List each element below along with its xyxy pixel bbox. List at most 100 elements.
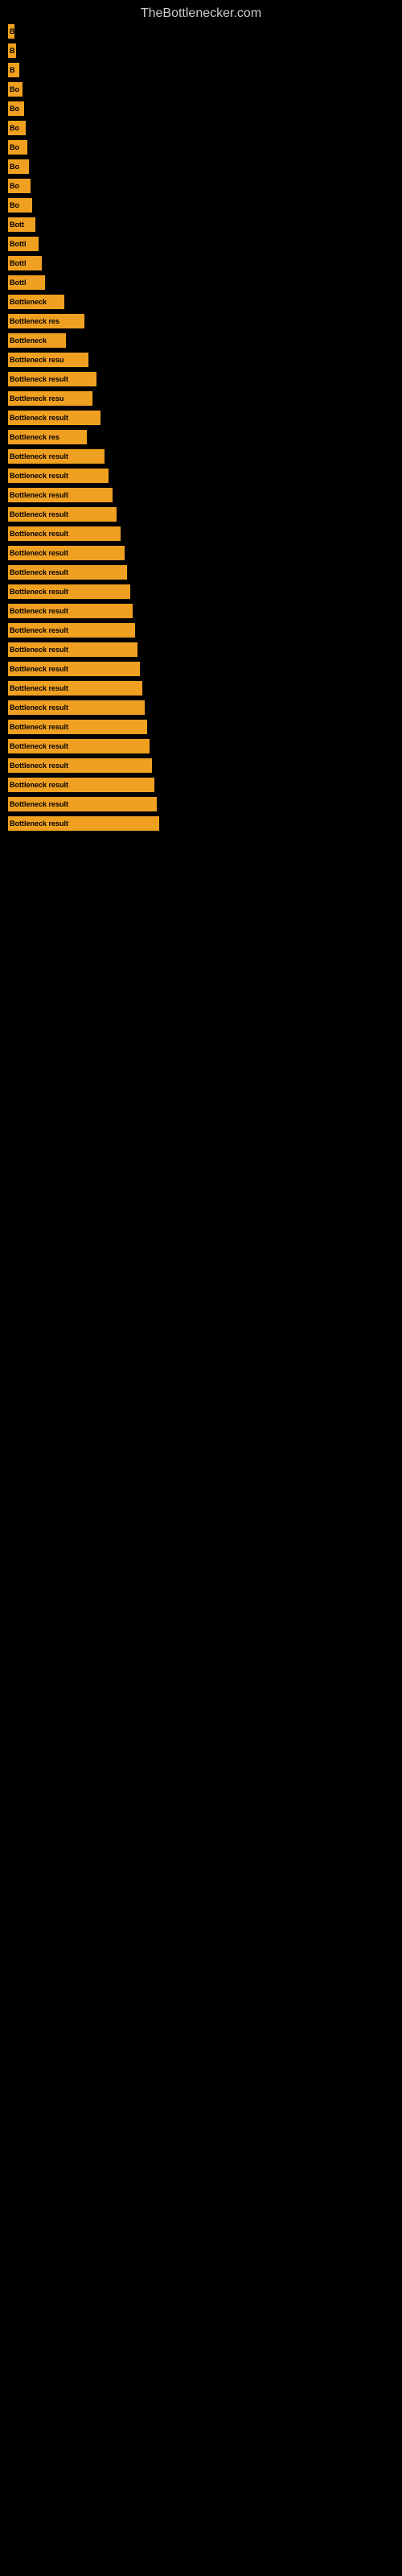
- bar-label: Bottleneck: [10, 336, 47, 345]
- bar-row: Bottleneck result: [8, 507, 394, 522]
- bar: B: [8, 63, 19, 77]
- bar-row: Bottl: [8, 275, 394, 290]
- bar: B: [8, 24, 14, 39]
- bar-row: Bottleneck resu: [8, 353, 394, 367]
- bar-label: Bottleneck result: [10, 819, 68, 828]
- bar-row: Bo: [8, 140, 394, 155]
- bar-label: Bottleneck result: [10, 607, 68, 615]
- bar-row: Bottleneck: [8, 295, 394, 309]
- bar: Bottleneck result: [8, 449, 105, 464]
- bar-label: Bottl: [10, 240, 27, 248]
- bar-label: Bottleneck result: [10, 549, 68, 557]
- bar-row: Bo: [8, 121, 394, 135]
- bar: Bottleneck res: [8, 314, 84, 328]
- bar-row: B: [8, 43, 394, 58]
- bars-container: B B B Bo Bo Bo Bo Bo Bo Bo Bott Bottl Bottl Bottl Bott…: [0, 24, 402, 836]
- bar-label: Bo: [10, 105, 19, 113]
- bar-label: Bottleneck result: [10, 588, 68, 596]
- bar-row: Bottleneck result: [8, 778, 394, 792]
- bar-label: Bottleneck resu: [10, 356, 64, 364]
- bar: Bo: [8, 198, 32, 213]
- bar-label: Bo: [10, 85, 19, 93]
- bar-label: Bottleneck result: [10, 762, 68, 770]
- bar-row: Bottl: [8, 237, 394, 251]
- bar-label: Bottleneck result: [10, 704, 68, 712]
- bar-row: Bottleneck res: [8, 314, 394, 328]
- bar-label: Bottleneck result: [10, 530, 68, 538]
- bar-row: Bo: [8, 82, 394, 97]
- bar: Bottleneck result: [8, 623, 135, 638]
- bar: Bottleneck: [8, 333, 66, 348]
- bar-row: Bottleneck result: [8, 662, 394, 676]
- bar: Bottleneck result: [8, 526, 121, 541]
- bar: Bottleneck result: [8, 758, 152, 773]
- bar-label: Bottleneck result: [10, 800, 68, 808]
- bar-row: Bottleneck result: [8, 411, 394, 425]
- bar-label: B: [10, 66, 15, 74]
- bar-label: Bottleneck result: [10, 375, 68, 383]
- bar-row: Bo: [8, 159, 394, 174]
- bar-row: Bottleneck result: [8, 469, 394, 483]
- bar-row: Bottleneck result: [8, 700, 394, 715]
- bar: Bo: [8, 82, 23, 97]
- bar: Bottleneck result: [8, 816, 159, 831]
- bar: Bottleneck res: [8, 430, 87, 444]
- bar: Bo: [8, 159, 29, 174]
- bar-label: Bottleneck result: [10, 646, 68, 654]
- bar-label: Bottleneck result: [10, 414, 68, 422]
- bar: Bottleneck result: [8, 797, 157, 811]
- bar-label: Bo: [10, 201, 19, 209]
- bar-label: B: [10, 27, 14, 35]
- bar-label: Bottleneck result: [10, 452, 68, 460]
- bar-label: Bottleneck result: [10, 568, 68, 576]
- bar-label: Bottleneck result: [10, 742, 68, 750]
- bar-row: Bo: [8, 198, 394, 213]
- bar-label: Bottleneck result: [10, 723, 68, 731]
- bar-row: Bottleneck result: [8, 720, 394, 734]
- bar-row: Bottleneck result: [8, 681, 394, 696]
- bar: Bottleneck result: [8, 720, 147, 734]
- bar: Bott: [8, 217, 35, 232]
- bar-row: Bott: [8, 217, 394, 232]
- bar-row: Bottleneck res: [8, 430, 394, 444]
- bar: Bottl: [8, 237, 39, 251]
- bar-row: Bottleneck: [8, 333, 394, 348]
- bar-label: Bottleneck result: [10, 626, 68, 634]
- bar: Bo: [8, 140, 27, 155]
- bar: Bottleneck result: [8, 546, 125, 560]
- bar-row: Bottleneck result: [8, 739, 394, 753]
- bar: Bottleneck result: [8, 642, 137, 657]
- bar: B: [8, 43, 16, 58]
- bar: Bo: [8, 101, 24, 116]
- bar-label: B: [10, 47, 15, 55]
- bar-row: Bottleneck result: [8, 372, 394, 386]
- bar: Bo: [8, 121, 26, 135]
- bar: Bo: [8, 179, 31, 193]
- bar: Bottleneck result: [8, 507, 117, 522]
- bar-label: Bo: [10, 163, 19, 171]
- bar-row: Bottleneck result: [8, 565, 394, 580]
- bar-row: Bottleneck result: [8, 797, 394, 811]
- bar-label: Bottleneck result: [10, 491, 68, 499]
- bar: Bottleneck result: [8, 488, 113, 502]
- bar-row: Bottleneck result: [8, 604, 394, 618]
- bar: Bottleneck result: [8, 700, 145, 715]
- bar-label: Bottleneck result: [10, 684, 68, 692]
- bar: Bottleneck result: [8, 604, 133, 618]
- bar: Bottleneck resu: [8, 353, 88, 367]
- bar: Bottleneck: [8, 295, 64, 309]
- bar-row: Bo: [8, 179, 394, 193]
- bar-row: Bottleneck result: [8, 758, 394, 773]
- bar-row: Bottl: [8, 256, 394, 270]
- site-title: TheBottlenecker.com: [0, 0, 402, 24]
- bar-label: Bottleneck result: [10, 781, 68, 789]
- bar: Bottleneck result: [8, 739, 150, 753]
- bar-label: Bo: [10, 182, 19, 190]
- bar-row: Bottleneck result: [8, 546, 394, 560]
- bar-label: Bottleneck result: [10, 665, 68, 673]
- bar: Bottleneck result: [8, 584, 130, 599]
- bar-row: Bo: [8, 101, 394, 116]
- bar-label: Bottleneck result: [10, 472, 68, 480]
- bar-gap: [8, 831, 394, 836]
- bar: Bottleneck result: [8, 681, 142, 696]
